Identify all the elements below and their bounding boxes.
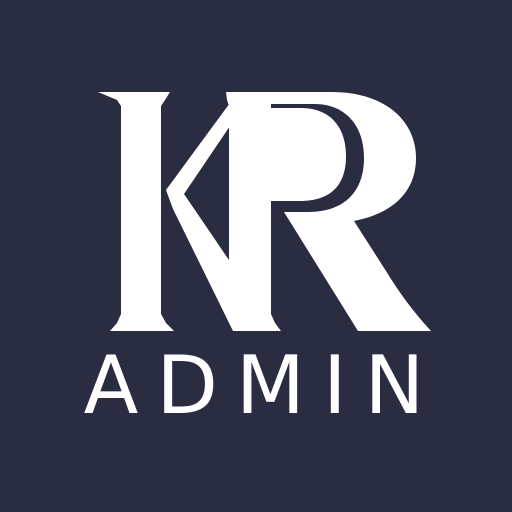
r-glyph — [226, 92, 431, 331]
admin-label: ADMIN — [83, 339, 443, 432]
app-icon-tile: ADMIN — [0, 0, 512, 512]
k-stem — [98, 92, 174, 331]
kr-monogram-logo — [98, 92, 431, 331]
